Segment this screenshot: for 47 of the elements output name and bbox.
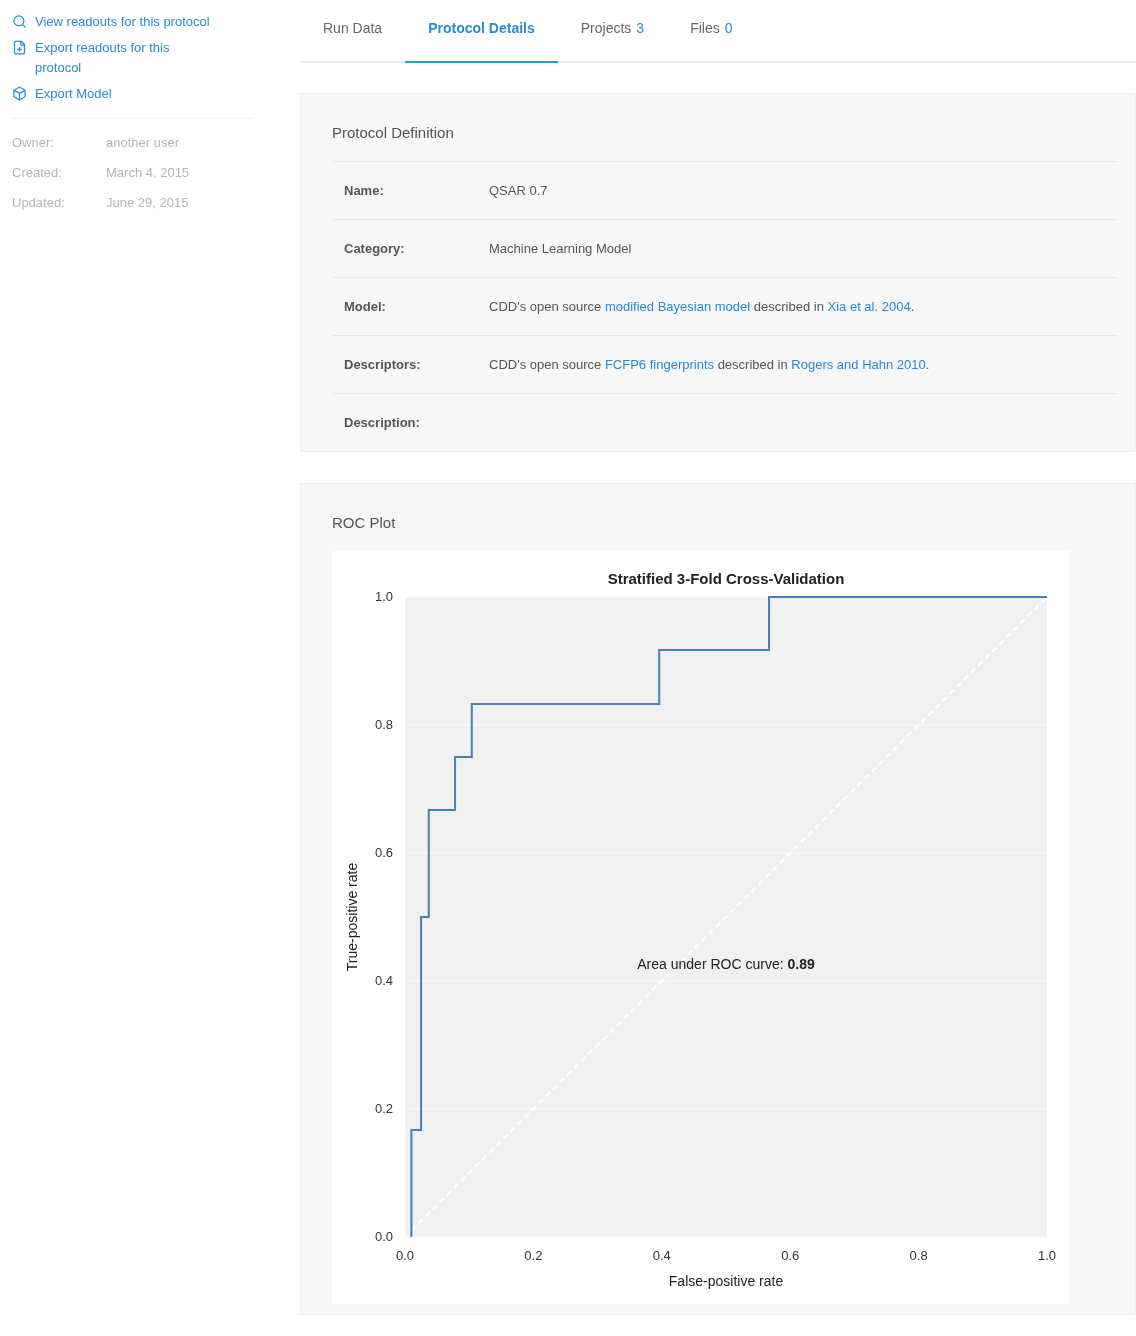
field-label: Category: (344, 241, 406, 256)
y-tick-label: 0.8 (374, 717, 393, 732)
tab[interactable]: Projects 3 (557, 0, 668, 63)
chart-title: Stratified 3-Fold Cross-Validation (607, 570, 845, 587)
x-tick-label: 0.4 (652, 1248, 671, 1263)
field-value: QSAR 0.7 (489, 183, 548, 198)
field-label: Name: (344, 183, 385, 198)
y-axis-label: True-positive rate (344, 862, 360, 972)
cube-icon (12, 86, 27, 101)
sidebar-link[interactable]: View readouts for this protocol (12, 12, 254, 32)
card-title: Protocol Definition (332, 124, 455, 141)
field-label: Model: (344, 299, 387, 314)
tab[interactable]: Protocol Details (405, 0, 558, 63)
search-icon (12, 14, 27, 29)
card-title: ROC Plot (332, 514, 397, 531)
x-tick-label: 1.0 (1037, 1248, 1057, 1263)
sidebar-link[interactable]: Export readouts for this protocol (12, 38, 254, 78)
reference-link[interactable]: Rogers and Hahn 2010 (791, 357, 926, 372)
y-tick-label: 0.6 (374, 845, 393, 860)
field-value: Machine Learning Model (489, 241, 632, 256)
field-label: Descriptors: (344, 357, 422, 372)
x-tick-label: 0.2 (524, 1248, 543, 1263)
reference-link[interactable]: modified Bayesian model (604, 299, 751, 314)
x-tick-label: 0.6 (781, 1248, 800, 1263)
sidebar-link[interactable]: Export Model (12, 84, 254, 104)
field-value: CDD's open source modified Bayesian model described in Xia et al. 2004. (489, 299, 915, 314)
tab[interactable]: Files 0 (667, 0, 756, 63)
meta-label: Owner: (12, 135, 55, 150)
x-axis-label: False-positive rate (668, 1273, 784, 1289)
meta-value: another user (106, 135, 179, 150)
meta-label: Updated: (12, 195, 66, 210)
y-tick-label: 0.2 (374, 1101, 393, 1116)
x-tick-label: 0.8 (909, 1248, 928, 1263)
reference-link[interactable]: Xia et al. 2004 (827, 299, 911, 314)
tab[interactable]: Run Data (300, 0, 406, 63)
auc-annotation: Area under ROC curve: 0.89 (637, 955, 815, 972)
file-plus-icon (12, 40, 27, 55)
y-tick-label: 0.0 (374, 1229, 393, 1244)
reference-link[interactable]: FCFP6 fingerprints (604, 357, 714, 372)
meta-value: March 4, 2015 (106, 165, 190, 180)
y-tick-label: 0.4 (374, 973, 393, 988)
field-label: Description: (344, 415, 421, 430)
meta-value: June 29, 2015 (106, 195, 189, 210)
meta-label: Created: (12, 165, 63, 180)
y-tick-label: 1.0 (374, 589, 393, 604)
field-value: CDD's open source FCFP6 fingerprints described in Rogers and Hahn 2010. (489, 357, 930, 372)
x-tick-label: 0.0 (395, 1248, 415, 1263)
